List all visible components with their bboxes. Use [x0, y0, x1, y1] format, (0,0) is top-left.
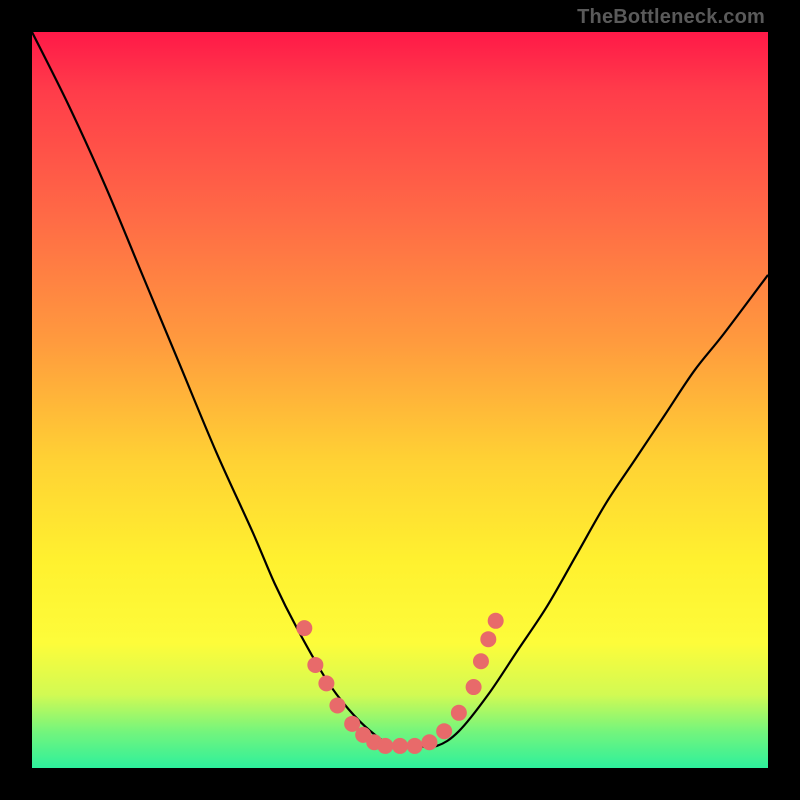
curve-marker	[296, 620, 312, 636]
curve-marker	[407, 738, 423, 754]
chart-frame: TheBottleneck.com	[0, 0, 800, 800]
curve-marker	[466, 679, 482, 695]
curve-markers	[296, 613, 503, 754]
plot-area	[32, 32, 768, 768]
curve-marker	[436, 723, 452, 739]
attribution-text: TheBottleneck.com	[577, 6, 765, 29]
curve-marker	[421, 734, 437, 750]
curve-marker	[480, 631, 496, 647]
curve-marker	[451, 705, 467, 721]
curve-marker	[392, 738, 408, 754]
curve-svg	[32, 32, 768, 768]
curve-marker	[377, 738, 393, 754]
curve-marker	[318, 675, 334, 691]
bottleneck-curve	[32, 32, 768, 747]
curve-marker	[307, 657, 323, 673]
curve-marker	[329, 697, 345, 713]
curve-marker	[488, 613, 504, 629]
curve-marker	[473, 653, 489, 669]
